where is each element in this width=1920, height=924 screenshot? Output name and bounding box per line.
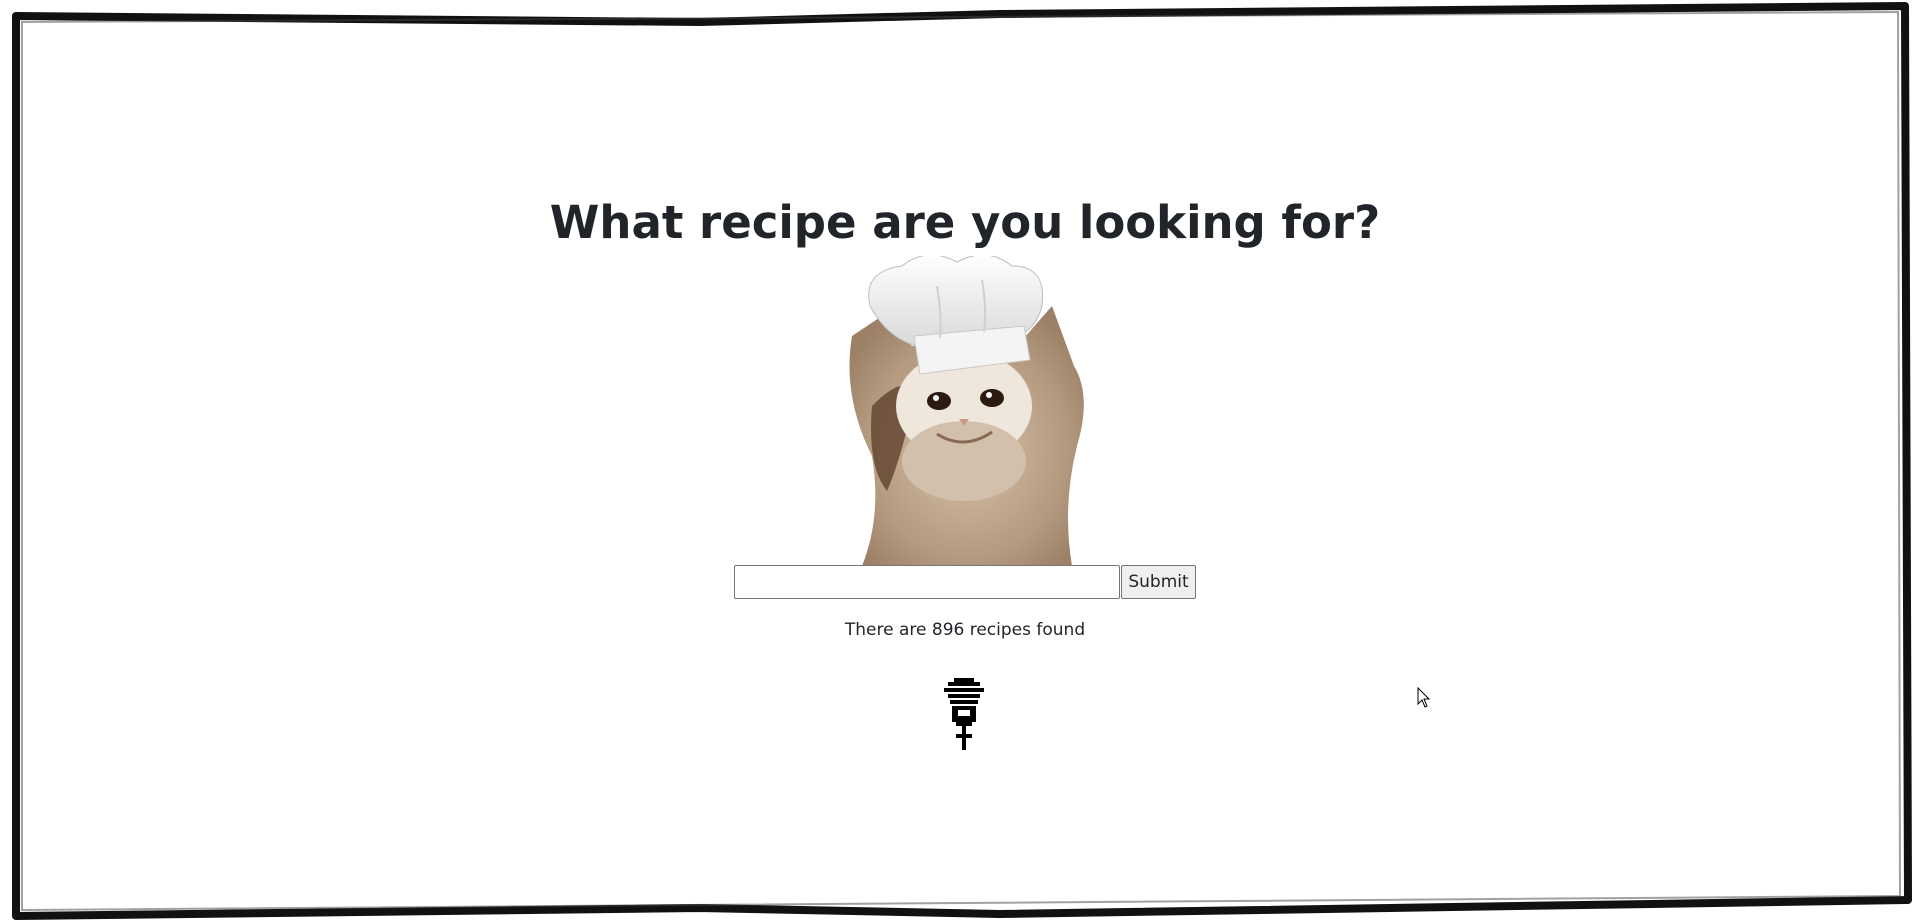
submit-button[interactable]: Submit bbox=[1121, 565, 1196, 599]
recipe-count-value: 896 bbox=[931, 620, 965, 640]
recipe-count-text: There are 896 recipes found bbox=[0, 618, 1920, 642]
chef-cat-image bbox=[849, 256, 1084, 566]
search-form: Submit bbox=[734, 565, 1196, 599]
search-input[interactable] bbox=[734, 565, 1120, 599]
recipe-count-prefix: There are bbox=[844, 620, 932, 640]
page-title: What recipe are you looking for? bbox=[549, 196, 1381, 249]
mouse-pointer-icon bbox=[1417, 687, 1431, 708]
recipe-count-suffix: recipes found bbox=[964, 620, 1086, 640]
pixel-whisk-icon bbox=[944, 678, 984, 750]
page: What recipe are you looking for? Submit … bbox=[0, 0, 1920, 924]
